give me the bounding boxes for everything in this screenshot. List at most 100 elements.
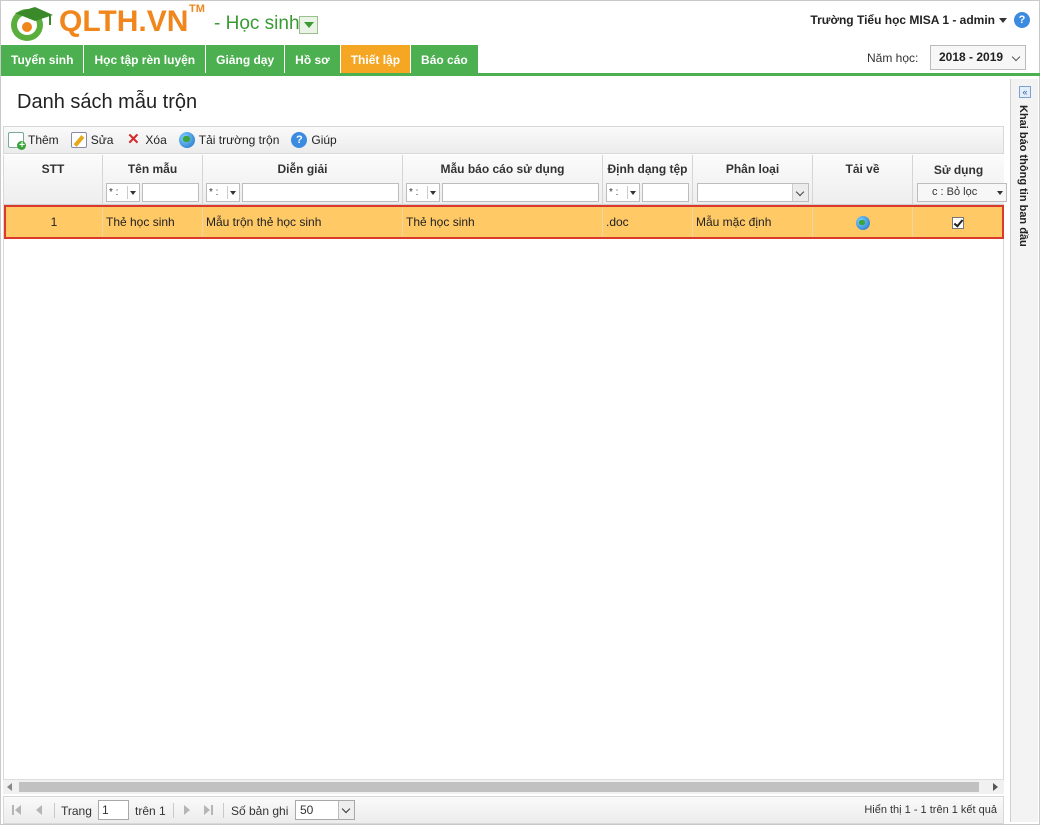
page-size-select[interactable]: 50 xyxy=(295,800,355,820)
filter-use-select[interactable]: c : Bỏ lọc xyxy=(917,183,1007,202)
help-button[interactable]: ? Giúp xyxy=(291,132,337,148)
edit-label: Sửa xyxy=(90,133,114,147)
scroll-left-icon[interactable] xyxy=(7,783,12,791)
side-panel: « Khai báo thông tin ban đầu xyxy=(1010,79,1038,822)
page-size-label: Số bản ghi xyxy=(231,804,289,818)
page-size-value: 50 xyxy=(300,803,314,817)
collapse-panel-button[interactable]: « xyxy=(1019,86,1031,98)
trademark: TM xyxy=(189,3,205,15)
download-fields-label: Tải trường trộn xyxy=(198,133,280,147)
nav-giang-day[interactable]: Giảng dạy xyxy=(206,45,286,75)
page-title: Danh sách mẫu trộn xyxy=(17,91,198,113)
help-label: Giúp xyxy=(311,133,337,147)
add-button[interactable]: Thêm xyxy=(8,132,59,151)
school-year-label: Năm học: xyxy=(867,51,919,65)
horizontal-scrollbar[interactable] xyxy=(3,779,1004,794)
templates-grid: STT Tên mẫu * : Diễn giải * : Mẫu báo cá… xyxy=(3,155,1007,779)
help-icon[interactable]: ? xyxy=(1014,12,1030,28)
edit-icon xyxy=(70,132,87,148)
school-year-select[interactable]: 2018 - 2019 xyxy=(930,45,1026,70)
column-ten-mau[interactable]: Tên mẫu * : xyxy=(103,155,203,205)
add-icon xyxy=(8,132,26,151)
main-nav: Tuyển sinh Học tập rèn luyện Giảng dạy H… xyxy=(1,45,479,75)
app-window: QLTH.VN TM - Học sinh Trường Tiểu học MI… xyxy=(0,0,1040,825)
pager-divider xyxy=(173,803,174,818)
column-dien-giai[interactable]: Diễn giải * : xyxy=(203,155,403,205)
column-title: Tên mẫu xyxy=(127,162,178,176)
page-number-input[interactable]: 1 xyxy=(98,800,129,820)
nav-thiet-lap[interactable]: Thiết lập xyxy=(340,45,412,75)
cell-in-use xyxy=(913,207,1002,237)
cell-name: Thẻ học sinh xyxy=(103,207,203,237)
filter-select[interactable] xyxy=(697,183,809,202)
cell-download xyxy=(813,207,913,237)
download-fields-button[interactable]: Tải trường trộn xyxy=(178,132,280,148)
toolbar: Thêm Sửa ✕ Xóa Tải trường trộn ? Giúp xyxy=(3,126,1004,154)
pager: Trang 1 trên 1 Số bản ghi 50 Hiển thị 1 … xyxy=(3,796,1004,824)
filter-input[interactable] xyxy=(642,183,689,202)
chevron-down-icon xyxy=(338,801,354,819)
filter-operator[interactable]: * : xyxy=(206,183,240,202)
column-title: Diễn giải xyxy=(277,162,328,176)
column-mau-bao-cao[interactable]: Mẫu báo cáo sử dụng * : xyxy=(403,155,603,205)
column-phan-loai[interactable]: Phân loại xyxy=(693,155,813,205)
module-name: - Học sinh xyxy=(214,13,300,34)
column-title: Sử dụng xyxy=(933,163,984,177)
cell-stt: 1 xyxy=(6,207,103,237)
last-page-icon[interactable] xyxy=(204,805,214,815)
nav-bao-cao[interactable]: Báo cáo xyxy=(411,45,479,75)
column-tai-ve: Tải về xyxy=(813,155,913,205)
filter-operator[interactable]: * : xyxy=(406,183,440,202)
pager-divider xyxy=(223,803,224,818)
chevron-down-icon xyxy=(1011,52,1021,62)
page-total-label: trên 1 xyxy=(135,804,166,818)
column-stt: STT xyxy=(4,155,103,205)
cell-format: .doc xyxy=(603,207,693,237)
delete-icon: ✕ xyxy=(127,131,140,148)
table-row[interactable]: 1 Thẻ học sinh Mẫu trộn thẻ học sinh Thẻ… xyxy=(4,205,1004,239)
scroll-right-icon[interactable] xyxy=(993,783,998,791)
filter-operator[interactable]: * : xyxy=(106,183,140,202)
first-page-icon[interactable] xyxy=(12,805,22,815)
school-user-label: Trường Tiểu học MISA 1 - admin xyxy=(810,13,995,27)
next-page-icon[interactable] xyxy=(182,805,192,815)
cell-description: Mẫu trộn thẻ học sinh xyxy=(203,207,403,237)
delete-label: Xóa xyxy=(145,133,167,147)
column-dinh-dang[interactable]: Định dạng tệp * : xyxy=(603,155,693,205)
filter-operator[interactable]: * : xyxy=(606,183,640,202)
module-dropdown-button[interactable] xyxy=(299,16,318,34)
column-title: Phân loại xyxy=(725,162,780,176)
caret-down-icon xyxy=(999,18,1007,24)
delete-button[interactable]: ✕ Xóa xyxy=(125,131,167,148)
column-title: Mẫu báo cáo sử dụng xyxy=(440,162,565,176)
column-title: Tải về xyxy=(845,162,880,176)
add-label: Thêm xyxy=(28,133,59,147)
prev-page-icon[interactable] xyxy=(34,805,44,815)
filter-input[interactable] xyxy=(242,183,399,202)
column-su-dung[interactable]: Sử dụng c : Bỏ lọc xyxy=(913,155,1007,205)
column-title: Định dạng tệp xyxy=(607,162,688,176)
nav-tuyen-sinh[interactable]: Tuyển sinh xyxy=(1,45,85,75)
school-user-menu[interactable]: Trường Tiểu học MISA 1 - admin xyxy=(810,13,1007,27)
filter-input[interactable] xyxy=(142,183,199,202)
school-year-value: 2018 - 2019 xyxy=(939,50,1004,64)
nav-hoc-tap-ren-luyen[interactable]: Học tập rèn luyện xyxy=(84,45,207,75)
cell-category: Mẫu mặc định xyxy=(693,207,813,237)
nav-underline xyxy=(1,73,1040,76)
header: QLTH.VN TM - Học sinh Trường Tiểu học MI… xyxy=(1,1,1040,45)
in-use-checkbox[interactable] xyxy=(951,216,964,229)
nav-ho-so[interactable]: Hồ sơ xyxy=(285,45,341,75)
cell-report: Thẻ học sinh xyxy=(403,207,603,237)
brand-name: QLTH.VN TM xyxy=(59,3,205,39)
edit-button[interactable]: Sửa xyxy=(70,132,114,148)
help-icon: ? xyxy=(291,132,308,148)
scrollbar-thumb[interactable] xyxy=(19,782,979,792)
filter-input[interactable] xyxy=(442,183,599,202)
brand-text: QLTH.VN xyxy=(59,5,189,38)
side-panel-title[interactable]: Khai báo thông tin ban đầu xyxy=(1017,105,1029,247)
globe-download-icon[interactable] xyxy=(855,215,870,230)
pager-info: Hiển thị 1 - 1 trên 1 kết quả xyxy=(864,804,997,816)
logo-icon xyxy=(11,7,53,41)
page-label: Trang xyxy=(61,804,92,818)
globe-icon xyxy=(178,132,195,148)
